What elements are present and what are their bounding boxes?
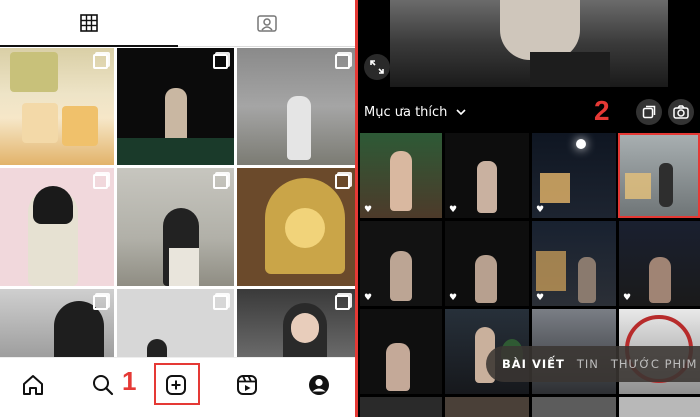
gallery-photo[interactable]: ♥ <box>360 221 442 306</box>
post-thumbnail[interactable] <box>0 48 114 165</box>
tagged-tab[interactable] <box>178 0 356 46</box>
multiple-photos-icon <box>335 54 350 69</box>
post-thumbnail[interactable] <box>237 289 356 357</box>
nav-profile[interactable] <box>304 370 334 400</box>
new-post-screen: Mục ưa thích ♥ ♥ ♥ ♥ ♥ ♥ ♥ BÀI VIẾT TIN … <box>358 0 700 417</box>
heart-icon: ♥ <box>623 293 632 303</box>
nav-search[interactable] <box>88 370 118 400</box>
gallery-photo[interactable] <box>532 397 616 417</box>
post-thumbnail[interactable] <box>117 168 234 286</box>
selected-photo-highlight <box>618 133 700 218</box>
profile-icon <box>309 375 329 395</box>
grid-icon <box>80 14 98 32</box>
album-row: Mục ưa thích <box>358 96 700 130</box>
multiple-photos-icon <box>213 295 228 310</box>
post-mode-bar: BÀI VIẾT TIN THƯỚC PHIM TR <box>486 346 700 382</box>
multiple-photos-icon <box>93 295 108 310</box>
gallery-photo[interactable] <box>360 397 442 417</box>
select-multiple-button[interactable] <box>636 99 662 125</box>
home-icon <box>23 375 43 395</box>
album-label: Mục ưa thích <box>364 105 448 120</box>
mode-story[interactable]: TIN <box>577 357 599 371</box>
post-thumbnail[interactable] <box>0 168 114 286</box>
heart-icon: ♥ <box>364 293 373 303</box>
gallery-photo[interactable] <box>445 397 529 417</box>
stacked-squares-icon <box>642 105 656 119</box>
gallery-photo[interactable] <box>360 309 442 394</box>
grid-tab[interactable] <box>0 0 178 47</box>
multiple-photos-icon <box>93 174 108 189</box>
gallery-photo[interactable]: ♥ <box>619 221 700 306</box>
mode-reels[interactable]: THƯỚC PHIM <box>611 357 698 371</box>
selected-photo-preview <box>390 0 668 87</box>
gallery-photo[interactable]: ♥ <box>532 133 616 218</box>
reels-icon <box>237 375 257 395</box>
post-thumbnail[interactable] <box>117 289 234 357</box>
post-thumbnail[interactable] <box>117 48 234 165</box>
search-icon <box>93 375 114 396</box>
profile-screen: 1 <box>0 0 356 417</box>
post-thumbnail[interactable] <box>0 289 114 357</box>
gallery-photo[interactable]: ♥ <box>445 133 529 218</box>
post-thumbnail[interactable] <box>237 168 356 286</box>
mode-post[interactable]: BÀI VIẾT <box>502 357 565 371</box>
multiple-photos-icon <box>213 54 228 69</box>
heart-icon: ♥ <box>449 205 458 215</box>
camera-icon <box>673 105 689 119</box>
gallery-photo[interactable]: ♥ <box>360 133 442 218</box>
multiple-photos-icon <box>213 174 228 189</box>
gallery-photo[interactable]: ♥ <box>445 221 529 306</box>
multiple-photos-icon <box>335 295 350 310</box>
album-selector[interactable]: Mục ưa thích <box>364 105 466 120</box>
profile-tabs <box>0 0 356 47</box>
chevron-down-icon <box>455 109 466 116</box>
camera-button[interactable] <box>668 99 694 125</box>
tagged-person-icon <box>257 15 277 32</box>
step-1-label: 1 <box>122 366 137 396</box>
expand-button[interactable] <box>364 54 390 80</box>
multiple-photos-icon <box>335 174 350 189</box>
gallery-photo[interactable] <box>619 397 700 417</box>
multiple-photos-icon <box>93 54 108 69</box>
heart-icon: ♥ <box>536 293 545 303</box>
expand-icon <box>370 60 384 74</box>
heart-icon: ♥ <box>364 205 373 215</box>
nav-home[interactable] <box>18 370 48 400</box>
create-button-highlight <box>154 363 200 405</box>
nav-reels[interactable] <box>232 370 262 400</box>
gallery-photo[interactable]: ♥ <box>532 221 616 306</box>
heart-icon: ♥ <box>536 205 545 215</box>
step-2-label: 2 <box>594 95 610 126</box>
heart-icon: ♥ <box>449 293 458 303</box>
post-thumbnail[interactable] <box>237 48 356 165</box>
